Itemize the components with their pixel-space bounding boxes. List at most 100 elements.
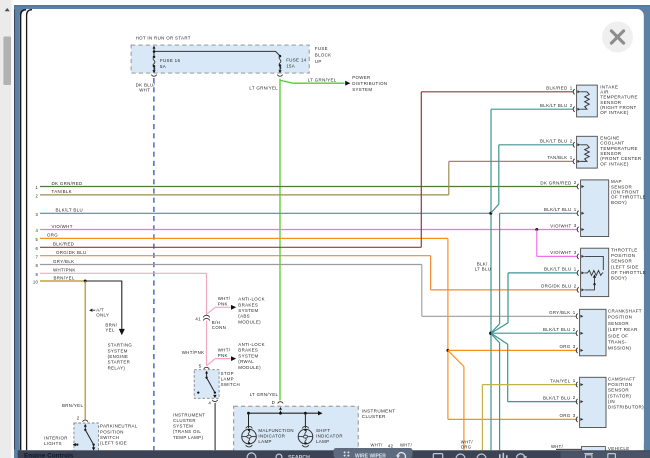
svg-text:ORG: ORG (461, 444, 472, 449)
svg-text:(STATOR): (STATOR) (608, 393, 631, 398)
svg-text:DK GRN/RED: DK GRN/RED (540, 180, 571, 185)
svg-text:(TRANS OIL: (TRANS OIL (173, 429, 201, 434)
svg-text:INSTRUMENT: INSTRUMENT (362, 409, 396, 414)
svg-text:PNK: PNK (218, 301, 228, 306)
svg-text:CLUSTER: CLUSTER (362, 414, 386, 419)
svg-text:2: 2 (77, 415, 80, 420)
svg-text:TAN/YEL: TAN/YEL (550, 378, 571, 383)
svg-text:BLK/RED: BLK/RED (546, 86, 567, 91)
svg-text:BLK/LT BLU: BLK/LT BLU (540, 103, 568, 108)
svg-text:INSTRUMENT: INSTRUMENT (173, 412, 205, 417)
svg-text:1: 1 (36, 185, 39, 190)
svg-text:MODULE): MODULE) (238, 319, 261, 324)
svg-text:SWITCH: SWITCH (221, 382, 240, 387)
svg-text:TAN/BLK: TAN/BLK (547, 155, 567, 160)
svg-text:5: 5 (36, 237, 39, 242)
svg-text:2: 2 (36, 194, 39, 199)
svg-text:BRAKES: BRAKES (238, 348, 258, 353)
svg-text:4: 4 (208, 401, 211, 406)
svg-text:INDICATOR: INDICATOR (316, 433, 343, 438)
svg-text:SENSOR: SENSOR (608, 388, 630, 393)
svg-text:ONLY: ONLY (96, 313, 109, 318)
svg-text:CLUSTER: CLUSTER (173, 418, 196, 423)
svg-text:BLK/RED: BLK/RED (53, 242, 74, 247)
svg-text:WHT/: WHT/ (551, 444, 564, 449)
svg-text:2: 2 (574, 180, 577, 185)
svg-text:1: 1 (570, 85, 573, 90)
svg-text:1: 1 (574, 207, 577, 212)
svg-text:INTERIOR: INTERIOR (44, 435, 68, 440)
svg-text:1: 1 (573, 378, 576, 383)
svg-text:SYSTEM: SYSTEM (238, 308, 258, 313)
svg-text:8: 8 (36, 263, 39, 268)
svg-text:LT GRN/YEL: LT GRN/YEL (308, 78, 337, 83)
svg-text:2: 2 (570, 103, 573, 108)
svg-text:DISTRIBUTION: DISTRIBUTION (352, 81, 387, 86)
svg-text:POSITION: POSITION (608, 382, 632, 387)
svg-text:BLK/LT BLU: BLK/LT BLU (543, 395, 571, 400)
svg-text:ORG/DK BLU: ORG/DK BLU (541, 284, 572, 289)
svg-text:BRN/YEL: BRN/YEL (62, 403, 83, 408)
svg-text:VIO/WHT: VIO/WHT (550, 250, 571, 255)
svg-text:5A: 5A (160, 64, 166, 69)
svg-text:YEL: YEL (105, 328, 115, 333)
svg-text:INDICATOR: INDICATOR (258, 433, 285, 438)
svg-text:WHT/PNK: WHT/PNK (53, 268, 76, 273)
svg-text:PARK/NEUTRAL: PARK/NEUTRAL (100, 424, 138, 429)
svg-text:1: 1 (573, 310, 576, 315)
svg-text:Engine Controls: Engine Controls (24, 452, 74, 458)
svg-text:PNK: PNK (218, 353, 228, 358)
svg-text:OF INTAKE): OF INTAKE) (600, 161, 629, 166)
svg-text:2: 2 (574, 284, 577, 289)
svg-text:LIGHTS: LIGHTS (44, 441, 62, 446)
svg-text:VIO/WHT: VIO/WHT (550, 223, 571, 228)
svg-text:WHT/: WHT/ (400, 442, 413, 447)
svg-text:DK GRN/RED: DK GRN/RED (52, 181, 83, 186)
svg-text:BLK/LT BLU: BLK/LT BLU (544, 207, 572, 212)
svg-text:9: 9 (36, 272, 39, 277)
svg-text:10: 10 (33, 280, 39, 285)
svg-text:FUSE: FUSE (315, 46, 328, 51)
svg-text:2: 2 (573, 395, 576, 400)
svg-text:LAMP: LAMP (316, 439, 329, 444)
svg-text:1: 1 (570, 155, 573, 160)
svg-text:4: 4 (36, 228, 39, 233)
svg-text:3: 3 (573, 344, 576, 349)
svg-text:WHT/: WHT/ (371, 442, 384, 447)
svg-text:(LEFT SIDE: (LEFT SIDE (611, 264, 639, 269)
svg-text:BRN/YEL: BRN/YEL (54, 275, 75, 280)
svg-text:ORG: ORG (559, 413, 570, 418)
svg-text:ORG/DK BLU: ORG/DK BLU (56, 250, 87, 255)
svg-text:(LEFT REAR: (LEFT REAR (608, 327, 638, 332)
svg-text:1: 1 (574, 267, 577, 272)
svg-text:STARTING: STARTING (108, 343, 133, 348)
svg-text:3: 3 (574, 250, 577, 255)
svg-text:BODY): BODY) (611, 276, 627, 281)
svg-text:TRANS-: TRANS- (608, 340, 627, 345)
svg-text:SHIFT: SHIFT (316, 428, 330, 433)
svg-text:SENSOR: SENSOR (611, 259, 633, 264)
svg-text:3: 3 (36, 212, 39, 217)
svg-text:SYSTEM: SYSTEM (352, 87, 372, 92)
svg-text:SENSOR: SENSOR (608, 321, 630, 326)
svg-text:CRANKSHAFT: CRANKSHAFT (608, 309, 642, 314)
svg-text:VIO/WHT: VIO/WHT (52, 224, 73, 229)
svg-text:UP: UP (315, 59, 322, 64)
svg-text:LT GRN/YEL: LT GRN/YEL (250, 392, 279, 397)
svg-text:6: 6 (36, 246, 39, 251)
svg-text:LT BLU: LT BLU (475, 267, 492, 272)
svg-text:RELAY): RELAY) (108, 365, 126, 370)
svg-text:BLOCK: BLOCK (315, 53, 332, 58)
svg-text:CONN: CONN (212, 325, 226, 330)
svg-text:(RWAL: (RWAL (238, 359, 254, 364)
svg-text:LT GRN/YEL: LT GRN/YEL (249, 85, 278, 90)
svg-text:STARTER: STARTER (108, 360, 131, 365)
svg-text:SWITCH: SWITCH (100, 435, 119, 440)
svg-text:CAMSHAFT: CAMSHAFT (608, 377, 636, 382)
svg-text:3: 3 (573, 413, 576, 418)
svg-text:SYSTEM: SYSTEM (108, 348, 128, 353)
svg-text:POSITION: POSITION (611, 253, 635, 258)
svg-text:FUSE 14: FUSE 14 (286, 57, 306, 62)
svg-text:HOT IN RUN OR START: HOT IN RUN OR START (136, 36, 191, 41)
svg-text:(ABS: (ABS (238, 314, 250, 319)
